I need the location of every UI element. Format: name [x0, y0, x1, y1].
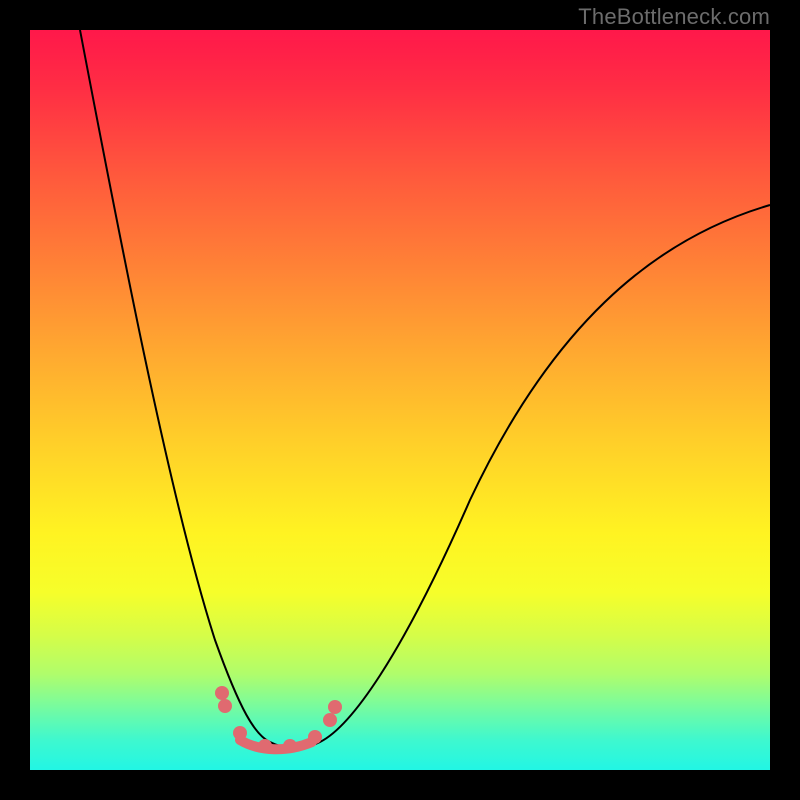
- marker-bridge: [240, 740, 312, 749]
- plot-area: [30, 30, 770, 770]
- marker-dot: [283, 739, 297, 753]
- marker-dot: [218, 699, 232, 713]
- bottleneck-curve: [80, 30, 770, 748]
- marker-dot: [308, 730, 322, 744]
- marker-dot: [323, 713, 337, 727]
- watermark-label: TheBottleneck.com: [578, 4, 770, 30]
- marker-dot: [258, 739, 272, 753]
- outer-frame: TheBottleneck.com: [0, 0, 800, 800]
- marker-dot: [233, 726, 247, 740]
- marker-dot: [215, 686, 229, 700]
- marker-group: [215, 686, 342, 753]
- curve-svg: [30, 30, 770, 770]
- marker-dot: [328, 700, 342, 714]
